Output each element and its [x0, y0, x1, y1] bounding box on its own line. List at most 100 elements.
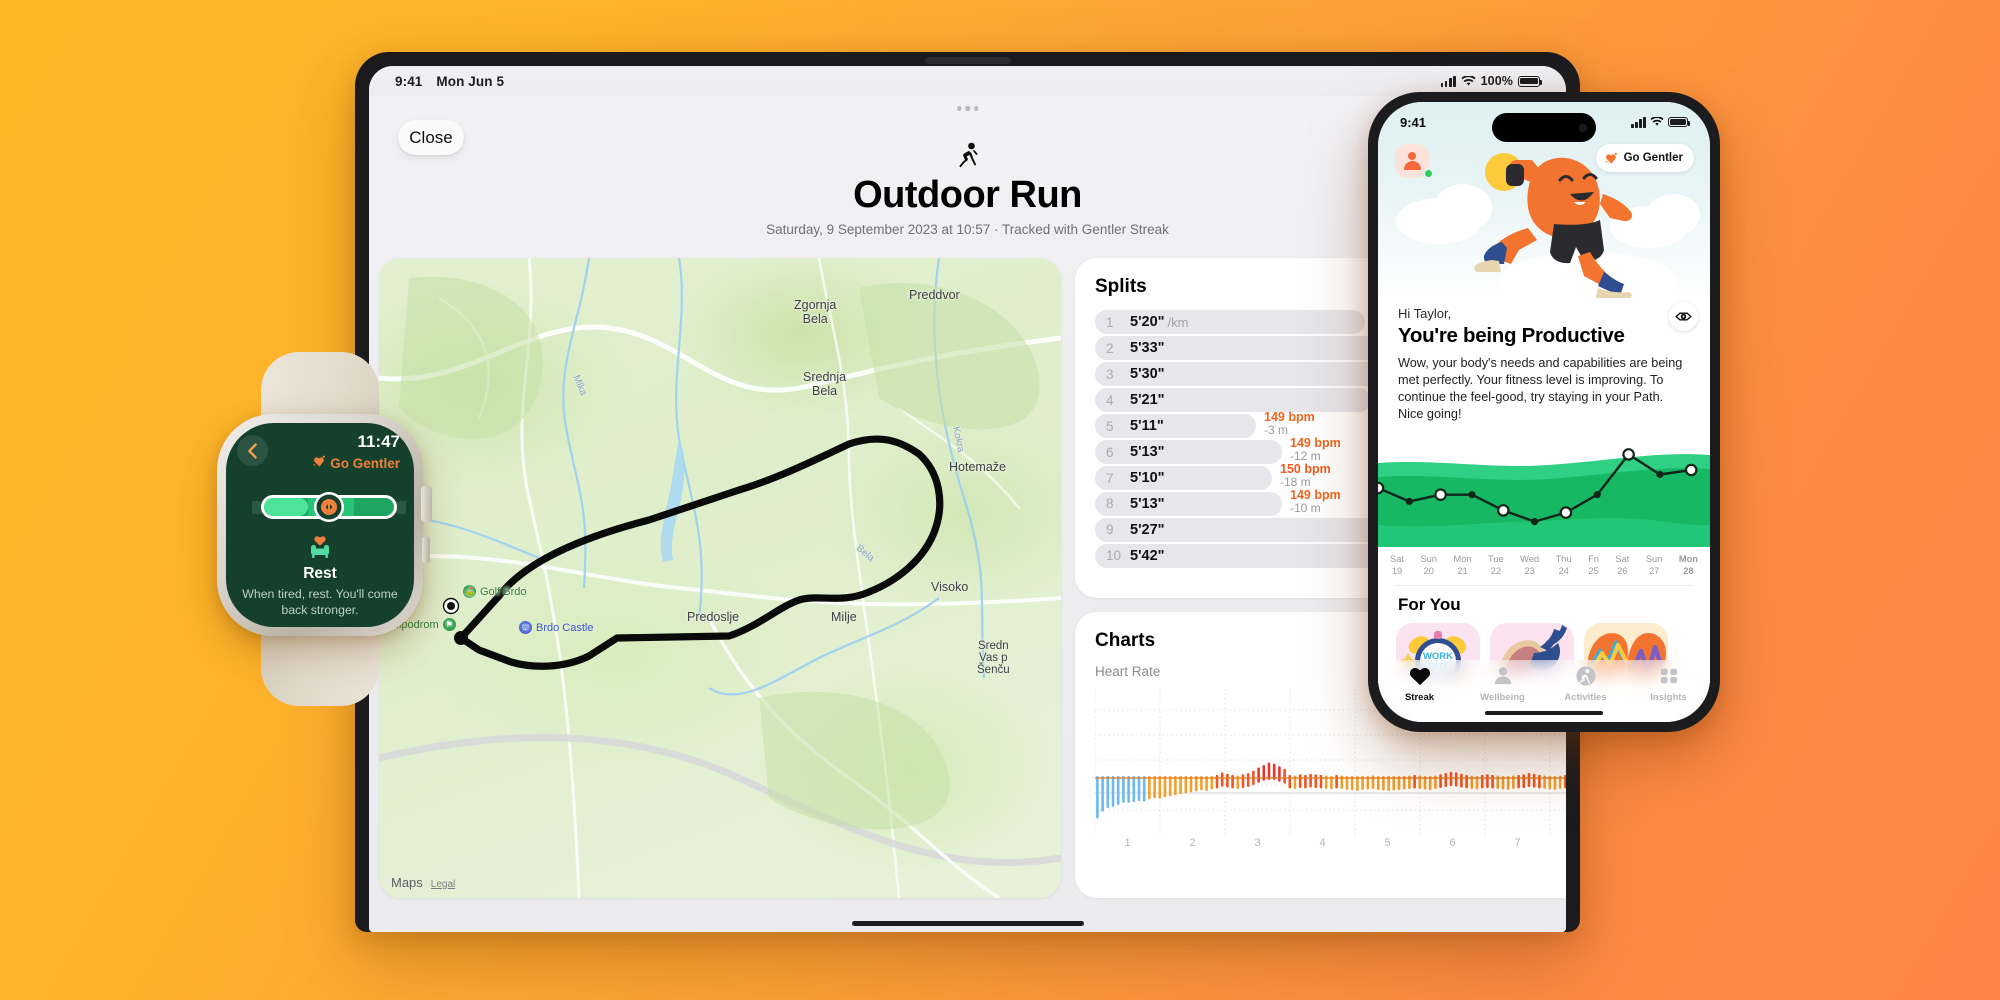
cellular-signal-icon — [1631, 116, 1646, 128]
split-pace: 5'13" — [1130, 444, 1165, 461]
split-pace: 5'42" — [1130, 547, 1165, 564]
day-label[interactable]: Sun 20 — [1420, 553, 1437, 577]
map-poi-label: Brdo Castle — [536, 621, 594, 634]
split-pace: 5'20" — [1130, 314, 1165, 331]
day-axis-labels: Sat 19 Sun 20 Mon 21 Tue 22 Wed 23 Thu 24 Fri 25 Sat 26… — [1378, 547, 1710, 577]
day-num: 21 — [1457, 566, 1468, 576]
iphone-device: 9:41 Go Gentler Hi Taylor, You're being … — [1368, 92, 1720, 732]
split-index: 5 — [1106, 418, 1114, 434]
path-eye-icon[interactable] — [1669, 302, 1698, 331]
day-dow: Sat — [1615, 554, 1630, 564]
ipad-camera — [924, 57, 1011, 64]
iphone-screen: 9:41 Go Gentler Hi Taylor, You're being … — [1378, 102, 1710, 722]
map-poi-brdo-castle[interactable]: ⛫ Brdo Castle — [519, 621, 593, 634]
greeting-text: Hi Taylor, — [1398, 306, 1452, 321]
map-label: Milje — [831, 610, 857, 624]
split-pace: 5'13" — [1130, 495, 1165, 512]
day-num: 25 — [1588, 566, 1599, 576]
day-label[interactable]: Sat 19 — [1390, 553, 1404, 577]
tab-wellbeing[interactable]: Wellbeing — [1461, 666, 1544, 703]
side-button[interactable] — [422, 536, 430, 564]
route-map[interactable]: Zgornja Bela Preddvor Srednja Bela Hotem… — [379, 258, 1061, 898]
close-button[interactable]: Close — [398, 120, 464, 155]
sheet-grabber[interactable] — [956, 106, 979, 111]
day-num: 27 — [1648, 566, 1660, 576]
path-chart[interactable] — [1378, 429, 1710, 547]
gentler-heart-icon — [1605, 152, 1618, 165]
split-index: 9 — [1106, 522, 1114, 538]
split-metrics: 149 bpm -10 m — [1290, 488, 1341, 516]
tab-label: Wellbeing — [1480, 692, 1525, 703]
watch-brand: Go Gentler — [313, 455, 400, 471]
split-bar: 7 5'10" — [1095, 465, 1272, 491]
tab-insights[interactable]: Insights — [1627, 666, 1710, 703]
watch-time: 11:47 — [357, 432, 400, 451]
split-index: 2 — [1106, 340, 1114, 356]
day-dow: Mon — [1453, 554, 1472, 564]
day-dow: Sun — [1645, 554, 1663, 564]
x-tick: 6 — [1449, 837, 1456, 849]
watch-state-description: When tired, rest. You'll come back stron… — [242, 587, 398, 617]
map-label: Srednja Bela — [803, 370, 847, 398]
day-num: 28 — [1683, 566, 1694, 576]
day-label[interactable]: Mon 28 — [1679, 553, 1698, 577]
day-label[interactable]: Fri 25 — [1588, 553, 1599, 577]
tab-label: Activities — [1564, 692, 1607, 703]
x-tick: 7 — [1514, 837, 1521, 849]
digital-crown[interactable] — [421, 486, 432, 522]
day-label[interactable]: Tue 22 — [1488, 553, 1504, 577]
map-label: Predoslje — [687, 610, 740, 624]
map-roads-and-rivers — [379, 258, 1061, 898]
day-label[interactable]: Mon 21 — [1453, 553, 1471, 577]
split-bar: 4 5'21" — [1095, 387, 1371, 413]
day-num: 19 — [1391, 566, 1403, 576]
go-gentler-button[interactable]: Go Gentler — [1595, 144, 1694, 172]
tab-streak[interactable]: Streak — [1378, 666, 1461, 703]
map-poi-golf-brdo[interactable]: ⛳ Golf Brdo — [463, 585, 526, 598]
map-legal-link[interactable]: Legal — [431, 879, 455, 890]
watch-screen: 11:47 Go Gentler Rest When tired, rest. … — [226, 423, 414, 627]
split-pace: 5'21" — [1130, 392, 1165, 409]
headline-text: You're being Productive — [1398, 324, 1625, 347]
split-bpm: 149 bpm — [1290, 435, 1341, 450]
split-pace: 5'27" — [1130, 521, 1165, 538]
battery-icon — [1518, 75, 1543, 87]
map-label: Visoko — [931, 580, 969, 594]
streak-content: Hi Taylor, You're being Productive Wow, … — [1378, 298, 1710, 722]
split-index: 10 — [1106, 548, 1122, 564]
maps-wordmark: Maps — [391, 875, 423, 890]
map-label: Hotemaže — [949, 460, 1006, 474]
map-label: Preddvor — [909, 288, 960, 302]
tab-activities[interactable]: Activities — [1544, 666, 1627, 703]
split-bpm: 149 bpm — [1264, 409, 1315, 424]
split-bar: 8 5'13" — [1095, 491, 1282, 517]
iphone-status-time: 9:41 — [1400, 114, 1427, 130]
day-label[interactable]: Sun 27 — [1646, 553, 1663, 577]
split-pace: 5'33" — [1130, 340, 1165, 357]
day-num: 23 — [1524, 566, 1535, 576]
split-metrics: 150 bpm -18 m — [1280, 462, 1331, 490]
x-tick: 1 — [1124, 837, 1131, 849]
tab-label: Streak — [1404, 692, 1435, 703]
day-dow: Wed — [1520, 554, 1540, 564]
effort-gauge[interactable] — [248, 491, 410, 523]
map-label: Zgornja Bela — [794, 298, 837, 326]
split-index: 4 — [1106, 392, 1114, 408]
day-dow: Mon — [1678, 554, 1698, 564]
day-label[interactable]: Sat 26 — [1615, 553, 1629, 577]
split-unit: /km — [1167, 314, 1189, 330]
day-label[interactable]: Thu 24 — [1556, 553, 1572, 577]
grid-icon — [1658, 666, 1680, 689]
day-dow: Sat — [1390, 554, 1404, 564]
day-label[interactable]: Wed 23 — [1520, 553, 1539, 577]
tab-label: Insights — [1650, 692, 1687, 703]
dynamic-island — [1492, 113, 1596, 142]
split-metrics: 149 bpm -12 m — [1290, 435, 1341, 464]
day-dow: Fri — [1588, 554, 1599, 564]
wifi-icon — [1461, 75, 1476, 85]
day-num: 22 — [1490, 566, 1502, 576]
wifi-icon — [1650, 117, 1664, 126]
x-tick: 4 — [1319, 837, 1326, 849]
chevron-left-icon[interactable] — [237, 435, 268, 466]
day-dow: Tue — [1488, 554, 1504, 564]
